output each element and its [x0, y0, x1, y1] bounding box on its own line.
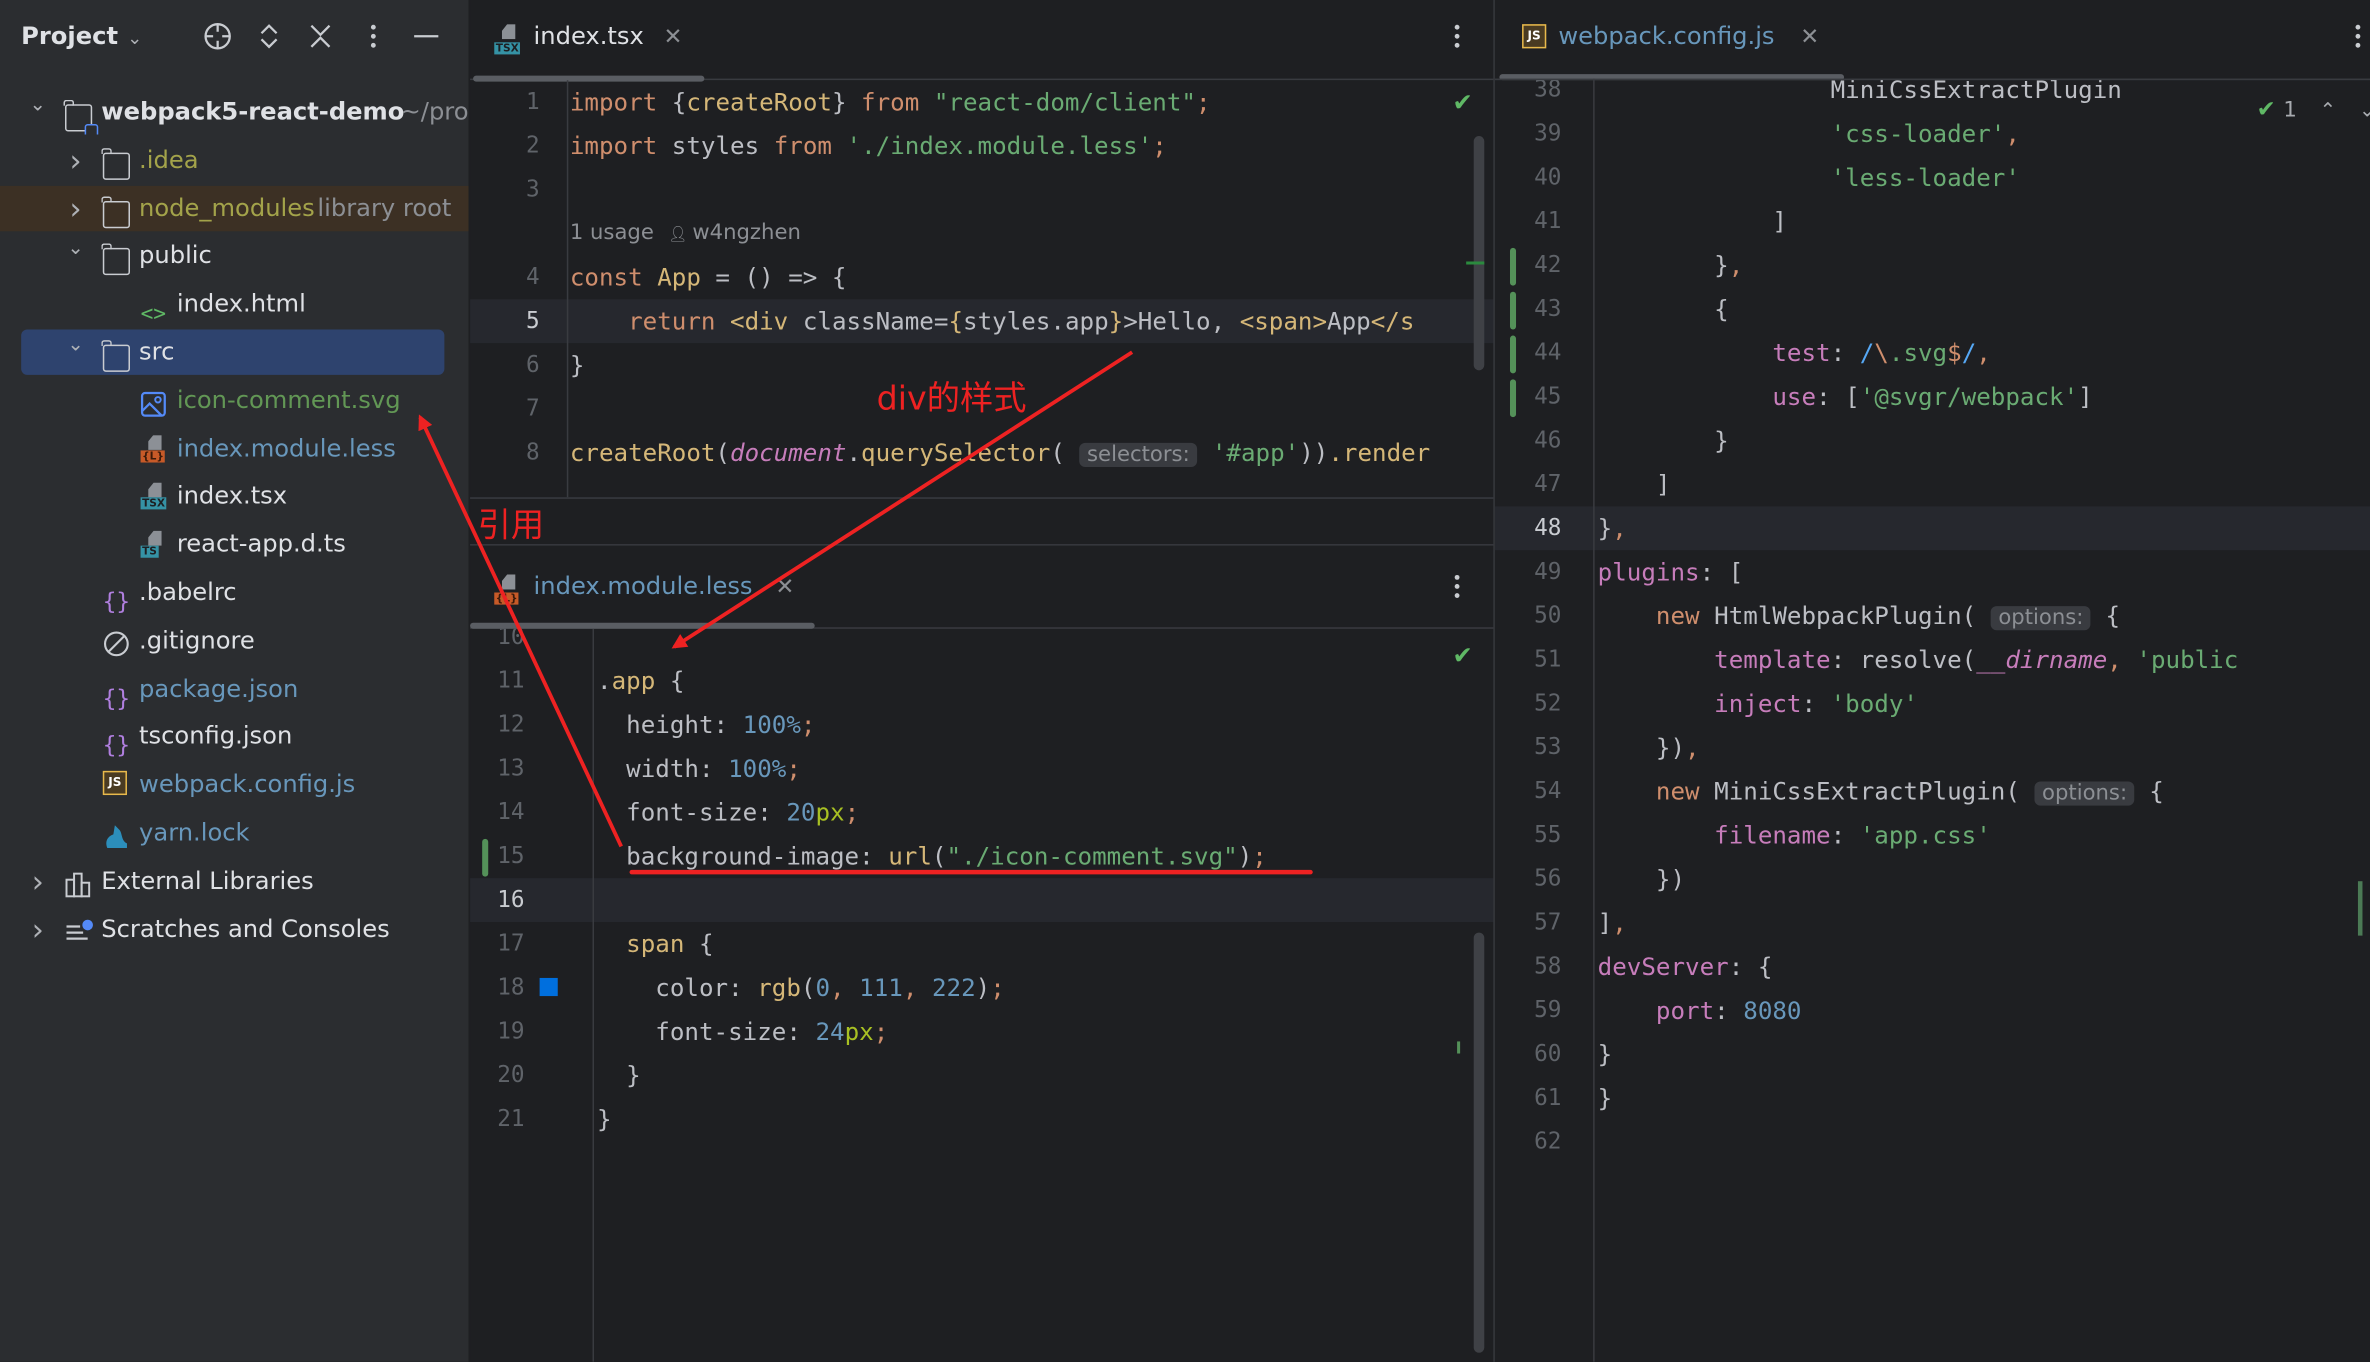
annotation-overlay	[418, 350, 1313, 875]
annotation-reference-label: 引用	[477, 507, 545, 546]
annotation-div-style-label: div的样式	[876, 380, 1027, 419]
annotation-arrow-reference	[418, 414, 623, 848]
